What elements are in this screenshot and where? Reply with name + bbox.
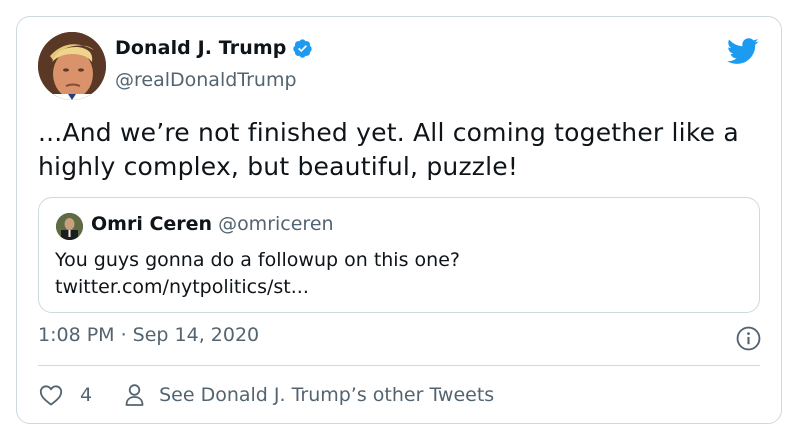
quoted-author-name[interactable]: Omri Ceren [91, 213, 212, 235]
tweet-text: ...And we’re not finished yet. All comin… [38, 118, 739, 181]
quoted-tweet-text: You guys gonna do a followup on this one… [55, 247, 735, 301]
quoted-tweet[interactable]: Omri Ceren @omriceren You guys gonna do a… [38, 197, 760, 313]
quoted-author-handle[interactable]: @omriceren [218, 213, 333, 235]
other-tweets-link[interactable]: See Donald J. Trump’s other Tweets [159, 384, 494, 406]
author-name[interactable]: Donald J. Trump [115, 37, 286, 59]
verified-badge-icon [293, 38, 313, 58]
twitter-bird-icon[interactable] [727, 38, 759, 65]
author-handle[interactable]: @realDonaldTrump [115, 69, 297, 91]
like-count[interactable]: 4 [80, 384, 92, 406]
quoted-text-line: You guys gonna do a followup on this one… [55, 249, 460, 271]
quoted-author-avatar[interactable] [56, 213, 83, 240]
quoted-author-row: Omri Ceren @omriceren [91, 213, 334, 235]
tweet-embed-card: Donald J. Trump @realDonaldTrump ...And … [16, 16, 782, 424]
tweet-actions: 4 See Donald J. Trump’s other Tweets [38, 383, 494, 407]
info-icon[interactable] [736, 326, 761, 351]
heart-icon[interactable] [38, 384, 64, 406]
author-avatar[interactable] [38, 32, 106, 100]
tweet-timestamp[interactable]: 1:08 PM · Sep 14, 2020 [38, 324, 259, 346]
divider [38, 365, 760, 366]
person-icon[interactable] [124, 383, 145, 407]
quoted-link[interactable]: twitter.com/nytpolitics/st... [55, 274, 735, 301]
author-name-row: Donald J. Trump [115, 37, 313, 59]
